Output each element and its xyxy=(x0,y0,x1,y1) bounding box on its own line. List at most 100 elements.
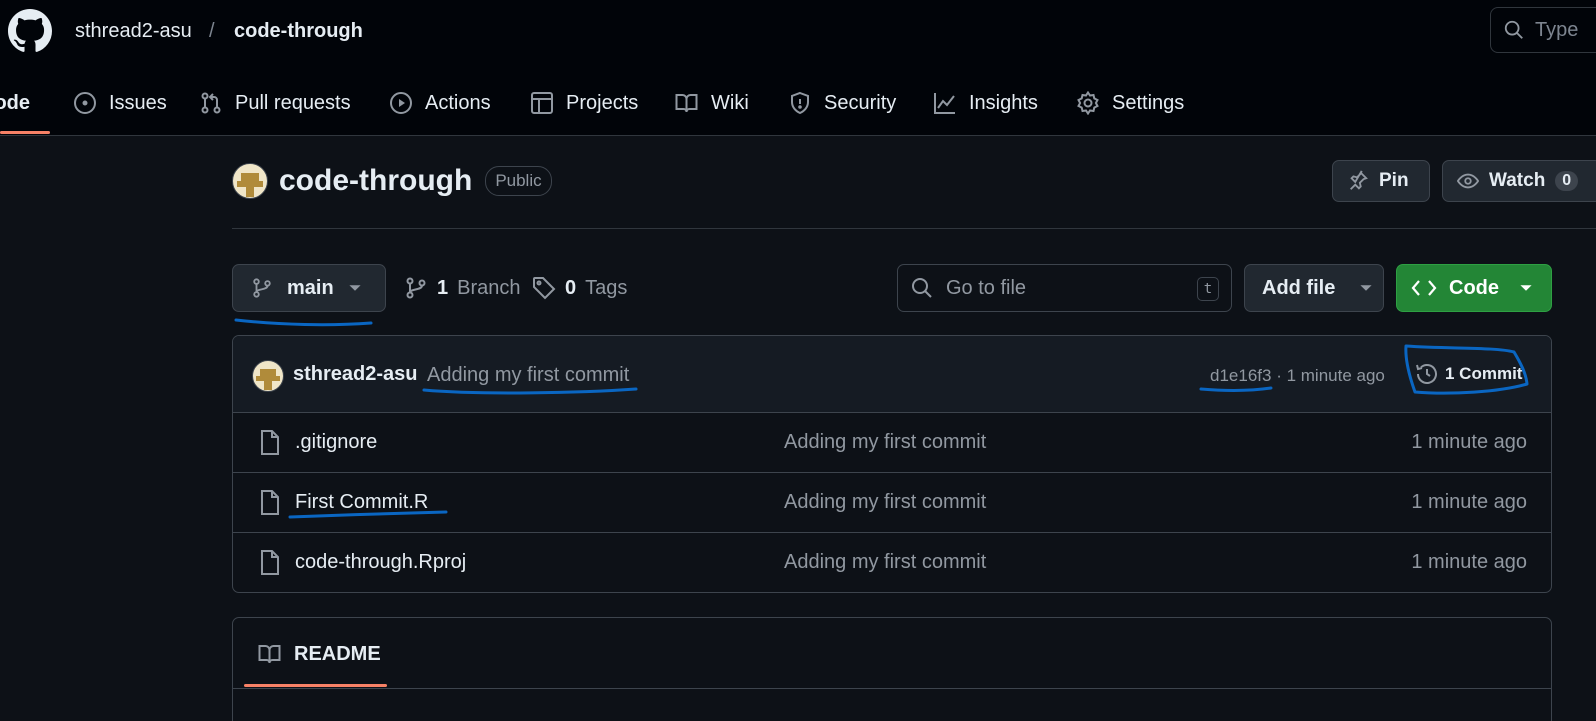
file-name[interactable]: .gitignore xyxy=(295,431,377,454)
commit-count-label: 1 Commit xyxy=(1445,364,1523,383)
eye-icon xyxy=(1457,173,1479,189)
file-commit-time: 1 minute ago xyxy=(1411,491,1527,513)
branch-count: 1 xyxy=(437,276,449,299)
watch-count: 0 xyxy=(1555,171,1579,191)
tab-code-label: Code xyxy=(0,91,30,114)
search-icon xyxy=(912,278,932,298)
history-icon xyxy=(1416,364,1437,384)
tab-pull-requests[interactable]: Pull requests xyxy=(199,78,351,128)
add-file-label: Add file xyxy=(1262,276,1336,299)
commit-meta-separator: · xyxy=(1276,366,1282,385)
pin-button[interactable]: Pin xyxy=(1332,160,1430,202)
owner-avatar[interactable] xyxy=(232,163,268,199)
annotation-underline-branch xyxy=(234,318,373,327)
branches-link[interactable]: 1 Branch xyxy=(404,276,521,300)
repo-title[interactable]: code-through xyxy=(279,164,472,198)
file-list: sthread2-asu Adding my first commit d1e1… xyxy=(232,335,1552,593)
watch-label: Watch xyxy=(1489,170,1546,191)
file-commit-time: 1 minute ago xyxy=(1411,431,1527,453)
tags-link[interactable]: 0 Tags xyxy=(532,276,627,300)
tab-projects-label: Projects xyxy=(566,91,639,114)
tag-count: 0 xyxy=(565,276,577,299)
tab-security-label: Security xyxy=(824,91,897,114)
chevron-down-icon xyxy=(349,285,361,291)
book-icon xyxy=(258,645,281,664)
issue-icon xyxy=(74,92,96,114)
tag-icon xyxy=(533,277,556,300)
file-name[interactable]: code-through.Rproj xyxy=(295,551,466,574)
header-divider xyxy=(232,228,1596,229)
book-icon xyxy=(675,94,698,113)
file-row[interactable]: code-through.Rproj Adding my first commi… xyxy=(233,533,1551,592)
commit-message[interactable]: Adding my first commit xyxy=(427,364,629,387)
code-button[interactable]: Code xyxy=(1396,264,1552,312)
table-icon xyxy=(531,92,553,114)
commit-time: 1 minute ago xyxy=(1286,366,1385,385)
branch-label: Branch xyxy=(457,276,521,299)
pin-label: Pin xyxy=(1379,170,1409,191)
play-icon xyxy=(390,92,412,114)
readme-panel: README xyxy=(232,617,1552,721)
file-icon xyxy=(261,430,279,455)
tab-security[interactable]: Security xyxy=(788,78,896,128)
tab-actions[interactable]: Actions xyxy=(389,78,491,128)
repo-header: code-through Public xyxy=(232,163,552,199)
tag-label: Tags xyxy=(585,276,628,299)
readme-tab-underline xyxy=(244,684,387,687)
file-row[interactable]: .gitignore Adding my first commit 1 minu… xyxy=(233,413,1551,473)
branch-icon xyxy=(406,277,426,299)
pull-request-icon xyxy=(201,92,221,114)
global-search-input[interactable]: Type xyxy=(1490,7,1596,53)
tab-projects[interactable]: Projects xyxy=(530,78,638,128)
graph-icon xyxy=(934,93,955,114)
commit-sha[interactable]: d1e16f3 xyxy=(1210,366,1271,385)
file-name[interactable]: First Commit.R xyxy=(295,491,428,514)
search-placeholder: Type xyxy=(1535,18,1579,41)
tab-pull-requests-label: Pull requests xyxy=(235,91,351,114)
visibility-badge: Public xyxy=(485,166,552,196)
gear-icon xyxy=(1077,91,1099,115)
commit-history-link[interactable]: 1 Commit xyxy=(1415,362,1522,386)
github-logo-icon[interactable] xyxy=(8,9,52,53)
readme-label: README xyxy=(294,642,381,665)
branch-name: main xyxy=(287,276,334,299)
tab-insights[interactable]: Insights xyxy=(933,78,1038,128)
tab-code[interactable]: Code xyxy=(0,78,30,128)
branch-selector-button[interactable]: main xyxy=(232,264,386,312)
tab-wiki-label: Wiki xyxy=(711,91,749,114)
go-to-file-input[interactable]: Go to file t xyxy=(897,264,1232,312)
code-button-label: Code xyxy=(1449,276,1499,299)
watch-button[interactable]: Watch 0 xyxy=(1442,160,1596,202)
chevron-down-icon xyxy=(1360,285,1372,291)
branch-icon xyxy=(253,278,271,298)
active-tab-underline xyxy=(0,131,50,134)
readme-tab[interactable]: README xyxy=(257,642,381,666)
file-commit-message[interactable]: Adding my first commit xyxy=(784,551,986,574)
shield-icon xyxy=(791,91,809,115)
add-file-button[interactable]: Add file xyxy=(1244,264,1384,312)
tab-insights-label: Insights xyxy=(969,91,1038,114)
tab-issues-label: Issues xyxy=(109,91,167,114)
file-icon xyxy=(261,490,279,515)
file-row[interactable]: First Commit.R Adding my first commit 1 … xyxy=(233,473,1551,533)
file-commit-message[interactable]: Adding my first commit xyxy=(784,491,986,514)
search-icon xyxy=(1504,20,1523,39)
commit-author-avatar[interactable] xyxy=(252,360,284,392)
pin-icon xyxy=(1350,170,1368,190)
file-commit-message[interactable]: Adding my first commit xyxy=(784,431,986,454)
shortcut-key: t xyxy=(1197,277,1219,301)
tab-settings[interactable]: Settings xyxy=(1076,78,1184,128)
chevron-down-icon xyxy=(1520,285,1532,291)
tab-wiki[interactable]: Wiki xyxy=(674,78,749,128)
go-to-file-placeholder: Go to file xyxy=(946,276,1027,299)
breadcrumb-repo[interactable]: code-through xyxy=(234,18,363,44)
breadcrumb-owner[interactable]: sthread2-asu xyxy=(75,18,192,44)
repo-nav: Code Issues Pull requests Actions Projec… xyxy=(0,78,1596,136)
tab-actions-label: Actions xyxy=(425,91,491,114)
top-header: sthread2-asu / code-through Type Code Is… xyxy=(0,0,1596,136)
latest-commit-row: sthread2-asu Adding my first commit d1e1… xyxy=(233,336,1551,413)
file-commit-time: 1 minute ago xyxy=(1411,551,1527,573)
commit-author[interactable]: sthread2-asu xyxy=(293,363,418,386)
code-icon xyxy=(1411,280,1437,296)
tab-issues[interactable]: Issues xyxy=(73,78,167,128)
